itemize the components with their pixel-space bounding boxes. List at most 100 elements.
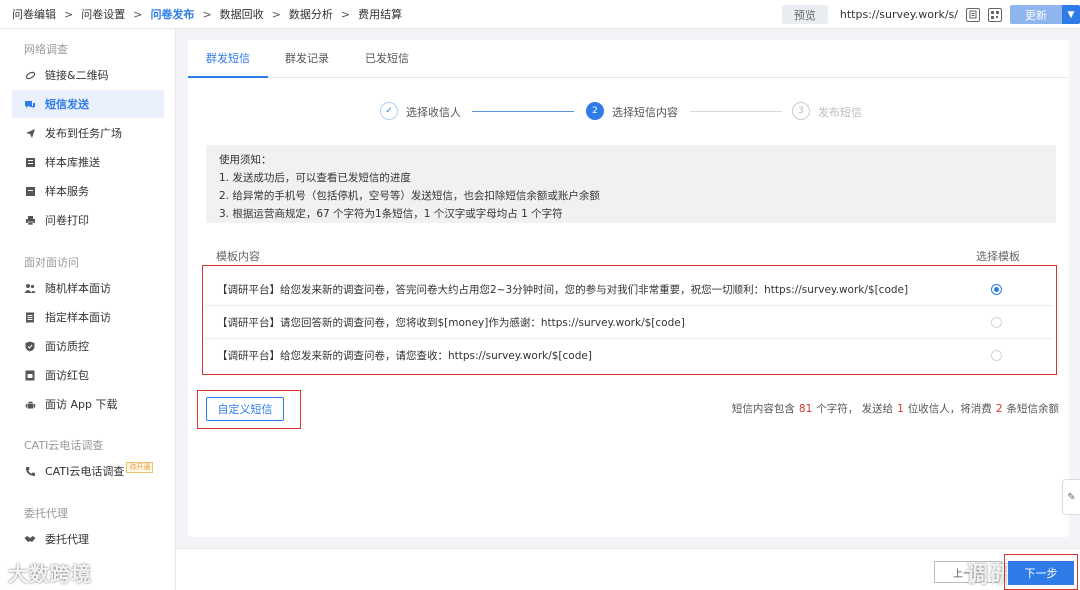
sidebar-item-label: 问卷打印 [45, 214, 89, 227]
status-badge: 待开通 [126, 461, 154, 473]
sidebar-item-print[interactable]: 问卷打印 [12, 206, 164, 234]
notice-title: 使用须知： [219, 154, 272, 166]
crumb-billing[interactable]: 费用结算 [358, 6, 402, 22]
chevron-right-icon: > [133, 7, 143, 21]
select-template-header: 选择模板 [976, 250, 1020, 263]
sidebar-item-label: 面访质控 [45, 340, 89, 353]
sidebar-item-label: 短信发送 [45, 98, 89, 111]
template-text: 【调研平台】给您发来新的调查问卷，请您查收：https://survey.wor… [217, 350, 592, 362]
step-number: 3 [792, 102, 810, 120]
sidebar-item-label: 样本库推送 [45, 156, 100, 169]
sidebar-item-sms[interactable]: 短信发送 [12, 90, 164, 118]
update-label: 更新 [1025, 8, 1047, 22]
check-icon: ✓ [380, 102, 398, 120]
step-label: 选择短信内容 [612, 106, 678, 119]
phone-icon [24, 465, 36, 477]
summary-text: 短信内容包含 [731, 403, 795, 415]
usage-notice: 使用须知： 1. 发送成功后，可以查看已发短信的进度 2. 给异常的手机号（包括… [206, 145, 1056, 223]
sms-cost-count: 2 [995, 403, 1003, 415]
wallet-icon [24, 369, 36, 381]
sidebar-item-assigned-interview[interactable]: 指定样本面访 [12, 303, 164, 331]
template-row[interactable]: 【调研平台】给您发来新的调查问卷，请您查收：https://survey.wor… [205, 339, 1054, 372]
template-list: 【调研平台】给您发来新的调查问卷，答完问卷大约占用您2~3分钟时间，您的参与对我… [202, 265, 1057, 375]
top-bar: 问卷编辑 > 问卷设置 > 问卷发布 > 数据回收 > 数据分析 > 费用结算 … [0, 0, 1080, 29]
document-icon [24, 311, 36, 323]
tab-send-records[interactable]: 群发记录 [268, 40, 346, 78]
crumb-publish[interactable]: 问卷发布 [150, 6, 194, 22]
printer-icon [24, 214, 36, 226]
crumb-settings[interactable]: 问卷设置 [81, 6, 125, 22]
breadcrumb: 问卷编辑 > 问卷设置 > 问卷发布 > 数据回收 > 数据分析 > 费用结算 [0, 0, 402, 29]
next-step-highlight: 下一步 [1004, 554, 1078, 590]
copy-icon[interactable] [966, 7, 980, 22]
tab-sent-sms[interactable]: 已发短信 [348, 40, 426, 78]
sidebar-item-interview-redpacket[interactable]: 面访红包 [12, 361, 164, 389]
template-row[interactable]: 【调研平台】给您发来新的调查问卷，答完问卷大约占用您2~3分钟时间，您的参与对我… [205, 273, 1054, 306]
feedback-icon[interactable]: ✎ [1062, 479, 1080, 515]
sidebar-item-label: 链接&二维码 [45, 69, 109, 82]
sidebar-group-network: 网络调查 [24, 43, 68, 56]
sidebar-item-link-qr[interactable]: 链接&二维码 [12, 61, 164, 89]
sidebar-group-agent: 委托代理 [24, 507, 68, 520]
link-icon [24, 69, 36, 81]
template-text: 【调研平台】请您回答新的调查问卷，您将收到$[money]作为感谢：https:… [217, 316, 685, 329]
top-actions: 预览 https://survey.work/s/ 更新 ▼ [781, 0, 1080, 29]
summary-text: 个字符， 发送给 [816, 403, 894, 415]
main-panel: 群发短信 群发记录 已发短信 ✓ 选择收信人 2 选择短信内容 3 发布短信 使… [188, 40, 1069, 537]
chevron-right-icon: > [271, 7, 281, 21]
database-icon [24, 156, 36, 168]
sidebar-item-label: 发布到任务广场 [45, 127, 122, 140]
sidebar-item-sample-push[interactable]: 样本库推送 [12, 148, 164, 176]
sidebar-item-agent[interactable]: 委托代理 [12, 525, 164, 553]
sidebar-item-cati[interactable]: CATI云电话调查 待开通 [12, 457, 164, 485]
custom-sms-button[interactable]: 自定义短信 [206, 397, 284, 421]
step-label: 选择收信人 [406, 106, 461, 119]
sidebar-item-sample-service[interactable]: 样本服务 [12, 177, 164, 205]
update-button[interactable]: 更新 ▼ [1010, 5, 1080, 24]
notice-line: 1. 发送成功后，可以查看已发短信的进度 [219, 172, 411, 184]
step-number: 2 [586, 102, 604, 120]
sidebar: 网络调查 链接&二维码 短信发送 发布到任务广场 样本库推送 样本服务 问卷打印 [0, 29, 176, 590]
step-connector [472, 111, 574, 112]
sidebar-item-label: 样本服务 [45, 185, 89, 198]
step-indicator: ✓ 选择收信人 2 选择短信内容 3 发布短信 [380, 102, 1080, 122]
next-step-button[interactable]: 下一步 [1008, 561, 1074, 585]
template-radio[interactable] [991, 317, 1002, 328]
crumb-analysis[interactable]: 数据分析 [289, 6, 333, 22]
sidebar-item-label: 指定样本面访 [45, 311, 111, 324]
summary-text: 条短信余额 [1006, 403, 1060, 415]
survey-url: https://survey.work/s/ [839, 8, 958, 21]
chevron-right-icon: > [64, 7, 74, 21]
preview-button[interactable]: 预览 [781, 5, 828, 24]
chevron-down-icon[interactable]: ▼ [1062, 5, 1080, 24]
sidebar-item-random-interview[interactable]: 随机样本面访 [12, 274, 164, 302]
sidebar-item-task-square[interactable]: 发布到任务广场 [12, 119, 164, 147]
sidebar-item-interview-app[interactable]: 面访 App 下载 [12, 390, 164, 418]
android-icon [24, 398, 36, 410]
send-icon [24, 127, 36, 139]
qrcode-icon[interactable] [988, 7, 1002, 22]
service-icon [24, 185, 36, 197]
template-radio[interactable] [991, 284, 1002, 295]
template-row[interactable]: 【调研平台】请您回答新的调查问卷，您将收到$[money]作为感谢：https:… [205, 306, 1054, 339]
step-label: 发布短信 [818, 106, 862, 119]
summary-text: 位收信人，将消费 [907, 403, 992, 415]
crumb-collect[interactable]: 数据回收 [220, 6, 264, 22]
chevron-right-icon: > [202, 7, 212, 21]
template-radio[interactable] [991, 350, 1002, 361]
tab-bulk-sms[interactable]: 群发短信 [188, 40, 268, 78]
sidebar-item-interview-qc[interactable]: 面访质控 [12, 332, 164, 360]
sidebar-item-label: 委托代理 [45, 533, 89, 546]
handshake-icon [24, 533, 36, 545]
crumb-edit[interactable]: 问卷编辑 [12, 6, 56, 22]
template-text: 【调研平台】给您发来新的调查问卷，答完问卷大约占用您2~3分钟时间，您的参与对我… [217, 283, 909, 296]
sidebar-group-cati: CATI云电话调查 [24, 439, 104, 452]
recipient-count: 1 [897, 403, 904, 415]
sidebar-item-label: 面访 App 下载 [45, 398, 118, 411]
sidebar-item-label: 面访红包 [45, 369, 89, 382]
char-count: 81 [798, 403, 813, 415]
step-connector [690, 111, 782, 112]
shield-icon [24, 340, 36, 352]
chevron-right-icon: > [340, 7, 351, 21]
sms-summary: 短信内容包含 81 个字符， 发送给 1 位收信人，将消费 2 条短信余额 [732, 401, 1059, 416]
